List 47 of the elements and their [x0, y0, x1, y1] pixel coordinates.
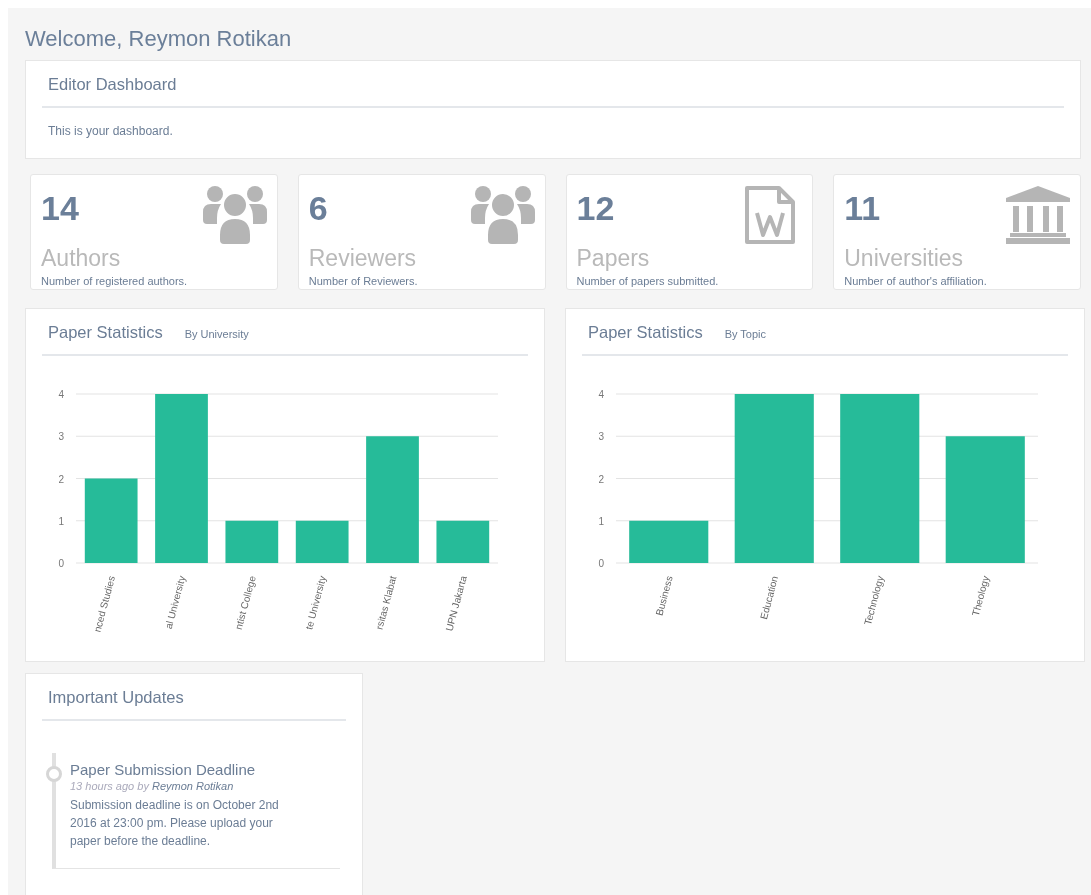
update-author: Reymon Rotikan	[151, 780, 234, 792]
axis-tick-label: 4	[598, 389, 604, 400]
stat-value: 11	[844, 188, 881, 228]
bar	[295, 520, 349, 563]
stat-label: Papers	[576, 245, 651, 272]
bar	[225, 520, 279, 563]
category-label: UPN Jakarta	[443, 574, 469, 633]
category-label: rsitas Klabat	[373, 574, 399, 631]
stat-description: Number of registered authors.	[41, 275, 189, 287]
chart-subtitle: By Topic	[724, 328, 766, 340]
chart-subtitle: By University	[184, 328, 249, 340]
stat-description: Number of author's affiliation.	[844, 275, 988, 287]
update-text: Submission deadline is on October 2nd 2016 at 23:00 pm. Please upload your paper before the deadline.	[70, 797, 280, 850]
axis-tick-label: 1	[58, 515, 64, 527]
chart-title: Paper Statistics	[47, 323, 164, 342]
category-label: ntist College	[232, 574, 258, 631]
stat-label: Universities	[844, 245, 965, 272]
axis-tick-label: 2	[58, 473, 64, 485]
axis-tick-label: 0	[58, 558, 64, 569]
stat-description: Number of Reviewers.	[308, 275, 419, 287]
stat-value: 6	[308, 188, 328, 228]
stat-value: 12	[576, 188, 615, 228]
stat-value: 14	[41, 188, 79, 228]
people-icon	[470, 185, 535, 245]
chart-title: Paper Statistics	[587, 323, 704, 342]
category-label: Business	[653, 574, 675, 617]
axis-tick-label: 3	[598, 431, 604, 443]
update-title: Paper Submission Deadline	[70, 761, 257, 778]
axis-tick-label: 1	[598, 515, 604, 527]
stat-label: Reviewers	[308, 245, 418, 272]
update-time: 13 hours ago by	[70, 780, 149, 792]
bank-icon	[1006, 185, 1070, 245]
axis-tick-label: 0	[598, 558, 604, 569]
stat-label: Authors	[41, 245, 122, 272]
stat-description: Number of papers submitted.	[576, 275, 720, 287]
document-icon	[744, 185, 797, 245]
bar	[436, 520, 490, 563]
welcome-heading: Welcome, Reymon Rotikan	[25, 26, 293, 52]
people-icon	[202, 185, 267, 245]
card-title: Important Updates	[47, 688, 185, 707]
dashboard-text: This is your dashboard.	[48, 124, 174, 138]
category-label: nced Studies	[91, 574, 118, 634]
timeline-dot-icon	[46, 766, 62, 782]
axis-tick-label: 3	[58, 431, 64, 443]
axis-tick-label: 4	[58, 389, 64, 400]
card-title: Editor Dashboard	[47, 75, 178, 94]
axis-tick-label: 2	[598, 473, 604, 485]
